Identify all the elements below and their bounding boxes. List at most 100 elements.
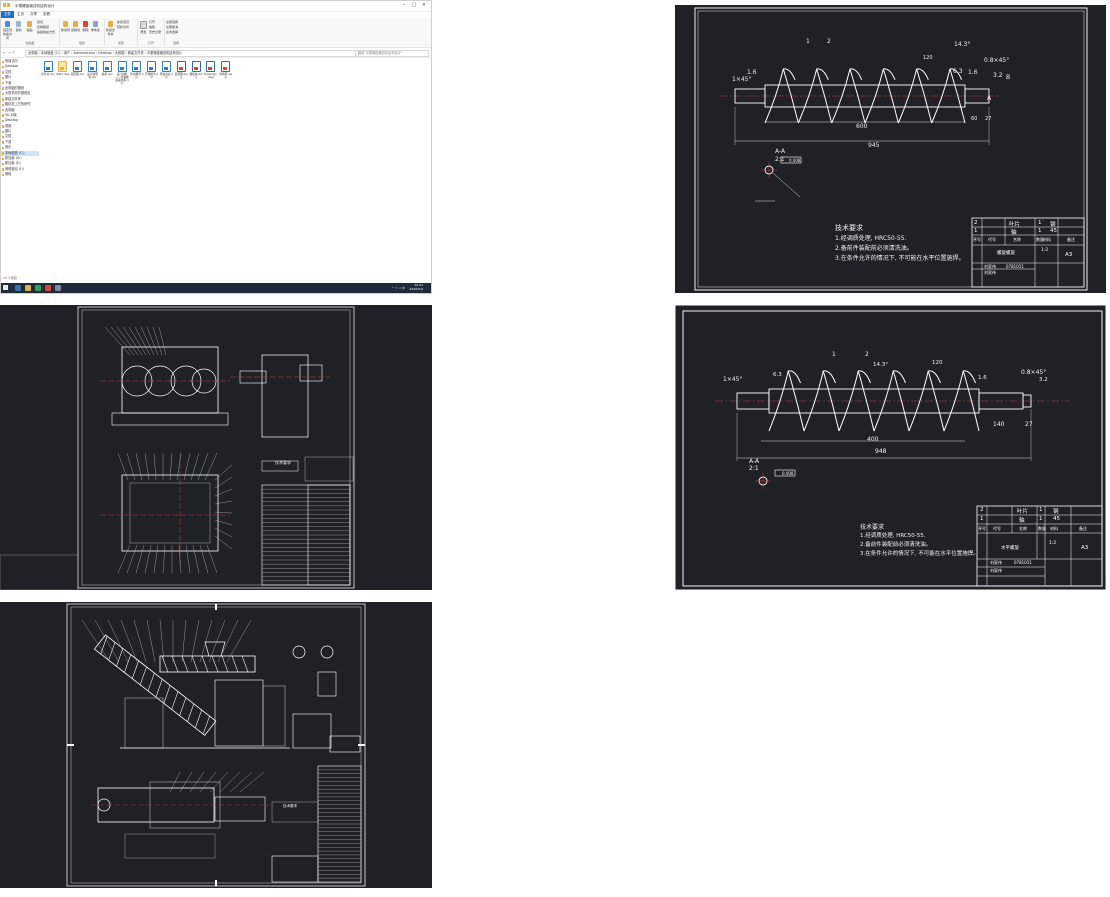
up-arrow-icon[interactable]: ↑ [12, 50, 15, 55]
copy-path-button[interactable]: 复制路径 [37, 25, 57, 29]
clock[interactable]: 10:21 2020/5/4 [410, 283, 423, 291]
chamfer-left-label: 1×45° [723, 376, 743, 383]
file-item[interactable]: 周进度表.doc [159, 61, 173, 79]
file-item[interactable]: 设计说明书.doc [85, 61, 99, 79]
tb-header-no: 序号 [978, 526, 986, 531]
system-tray-icon[interactable]: ^ ▭ ◁ 中 [391, 286, 405, 290]
copy-to-button[interactable]: 复制到 [71, 21, 80, 32]
file-item[interactable]: 0001.dwg [56, 61, 70, 76]
ribbon-group-clipboard: 固定到快速访问 复制 粘贴 剪切 复制路径 粘贴快捷方式 剪贴板 [1, 19, 60, 45]
file-name: 装配图.doc [70, 72, 85, 76]
tb-sheet-size: A3 [1081, 545, 1089, 551]
file-item[interactable]: 外文翻译.doc [130, 61, 144, 79]
close-icon[interactable]: × [419, 2, 429, 8]
cad-taskbar-icon[interactable] [45, 285, 51, 291]
invert-selection-button[interactable]: 反向选择 [166, 30, 186, 34]
tb-checker: 刘家伟 [984, 270, 996, 275]
edit-button[interactable]: 编辑 [149, 25, 163, 29]
paste-button[interactable]: 粘贴 [25, 21, 34, 32]
copy-button[interactable]: 复制 [14, 21, 23, 32]
explorer-taskbar-icon[interactable] [25, 285, 31, 291]
task-view-icon[interactable] [15, 285, 21, 291]
open-button[interactable]: 打开 [149, 20, 163, 24]
app-taskbar-icon[interactable] [35, 285, 41, 291]
paste-shortcut-button[interactable]: 粘贴快捷方式 [37, 30, 57, 34]
address-path[interactable]: 此电脑 › 本地磁盘 (C:) › 用户 › Administrator › D… [25, 49, 359, 57]
tb-row1-mat: 45 [1053, 516, 1060, 522]
tech-req-title: 技术要求 [835, 224, 863, 232]
dwg-file-icon [221, 61, 231, 72]
tab-home[interactable]: 主页 [14, 11, 27, 18]
file-item[interactable]: 螺旋轴.dwg [189, 61, 203, 79]
roughness-1-6: 1.6 [747, 69, 757, 76]
word-file-icon [147, 61, 157, 72]
file-explorer-window: 半垂螺旋输送机结构设计 – □ × 文件 主页 共享 查看 固定到快速访问 复制 粘贴 剪… [0, 0, 432, 294]
select-none-button[interactable]: 全部取消 [166, 25, 186, 29]
file-name: 装配图.dwg [174, 72, 188, 80]
quick-access-toolbar[interactable] [3, 3, 12, 8]
length-600-label: 600 [856, 123, 868, 130]
tb-row1-name: 轴 [1011, 230, 1017, 236]
forward-arrow-icon[interactable]: → [8, 50, 11, 55]
tb-row2-no: 2 [980, 507, 984, 513]
new-item-button[interactable]: 新建项目 [117, 20, 137, 24]
file-item[interactable]: 开题报告.doc [145, 61, 159, 79]
tb-row2-mat: 钢 [1050, 222, 1056, 228]
new-folder-button[interactable]: 新建文件夹 [106, 21, 115, 36]
tb-id: 0781051 [1006, 264, 1024, 269]
delete-button[interactable]: 删除 [81, 21, 90, 32]
dwg-file-icon [206, 61, 216, 72]
pin-button[interactable]: 固定到快速访问 [3, 21, 12, 40]
tb-row1-no: 1 [980, 516, 984, 522]
sidebar-item[interactable]: 网络 [1, 172, 39, 177]
history-button[interactable]: 历史记录 [149, 30, 163, 34]
tech-req-line-2: 2.备前件装配前必须清洗油。 [860, 542, 932, 548]
roughness-3-2: 3.2 [1039, 377, 1048, 383]
tb-header-qty: 数量 [1038, 526, 1046, 531]
tb-row2-no: 2 [974, 220, 978, 226]
word-file-icon [73, 61, 83, 72]
tb-header-note: 备注 [1079, 526, 1087, 531]
maximize-icon[interactable]: □ [409, 2, 419, 8]
file-item[interactable]: 装配图.doc [71, 61, 85, 76]
search-input[interactable]: 搜索"半垂螺旋输送机结构设计" [355, 49, 429, 57]
rename-button[interactable]: 重命名 [91, 21, 100, 32]
roughness-3-2: 3.2 [993, 72, 1003, 79]
file-item[interactable]: 轴承.doc [100, 61, 114, 76]
properties-button[interactable]: 属性 [139, 21, 148, 34]
leader-1: 1 [832, 351, 836, 358]
file-item[interactable]: 设计资料——半垂螺旋输送机.doc [115, 61, 129, 85]
tb-scale: 1:2 [1041, 248, 1049, 253]
select-all-button[interactable]: 全部选择 [166, 20, 186, 24]
tech-req-line-3: 3.在条件允许的情况下, 不可能在水平位置施焊。 [835, 255, 965, 262]
move-to-button[interactable]: 移动到 [61, 21, 70, 32]
tb-row2-name: 叶片 [1009, 222, 1021, 228]
tb-row1-mat: 45 [1050, 228, 1057, 234]
easy-access-button[interactable]: 轻松访问 [117, 25, 137, 29]
minimize-icon[interactable]: – [399, 2, 409, 8]
tab-share[interactable]: 共享 [27, 11, 40, 18]
file-item[interactable]: 零件图.dwg [219, 61, 233, 79]
app2-taskbar-icon[interactable] [55, 285, 61, 291]
cad-drawing-conveyor-assembly: 技术要求 [0, 602, 432, 888]
file-item[interactable]: 任务书.doc [41, 61, 55, 76]
section-scale-label: 2:1 [749, 465, 759, 472]
back-arrow-icon[interactable]: ← [3, 50, 6, 55]
section-aa-label: A-A [775, 148, 786, 155]
windows-start-icon[interactable] [3, 285, 8, 290]
file-name: Drawing1.dwg [203, 72, 218, 80]
leader-2: 2 [827, 38, 831, 45]
tab-file[interactable]: 文件 [1, 11, 14, 18]
file-item[interactable]: 装配图.dwg [174, 61, 188, 79]
cut-button[interactable]: 剪切 [37, 20, 57, 24]
tolerance-label: 0.008 [782, 471, 794, 476]
file-name: 外文翻译.doc [130, 72, 144, 80]
tab-view[interactable]: 查看 [40, 11, 53, 18]
tb-designer: 刘家伟 [990, 560, 1002, 565]
ribbon-tabs: 文件 主页 共享 查看 [1, 11, 431, 18]
file-item[interactable]: Drawing1.dwg [204, 61, 218, 79]
taskbar: ^ ▭ ◁ 中 10:21 2020/5/4 [1, 283, 431, 293]
tb-header-code: 代号 [988, 237, 996, 242]
tb-row2-mat: 钢 [1053, 509, 1059, 515]
tb-header-name: 名称 [1019, 526, 1027, 531]
